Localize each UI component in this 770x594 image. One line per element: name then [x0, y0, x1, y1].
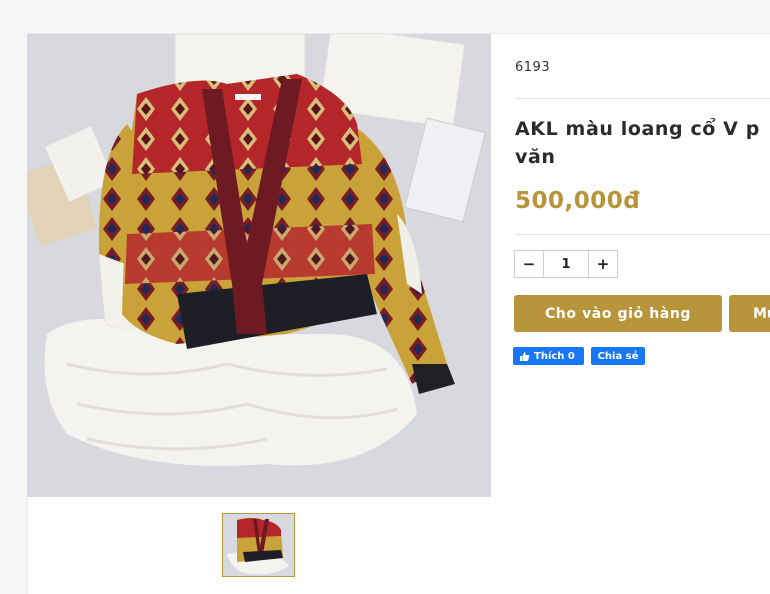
product-photo-icon	[27, 34, 491, 497]
quantity-increase-button[interactable]: +	[589, 251, 617, 277]
add-to-cart-button[interactable]: Cho vào giỏ hàng	[514, 295, 722, 332]
divider	[515, 98, 770, 99]
thumbs-up-icon	[519, 351, 530, 362]
quantity-input[interactable]: 1	[543, 251, 589, 277]
facebook-share-button[interactable]: Chia sẻ	[591, 347, 645, 365]
buy-now-button[interactable]: Mu	[729, 295, 770, 332]
product-title-line-1: AKL màu loang cổ V p	[515, 118, 760, 140]
quantity-stepper: − 1 +	[514, 250, 618, 278]
facebook-like-label: Thích 0	[534, 350, 575, 362]
product-thumbnail-icon	[223, 514, 294, 576]
divider	[515, 234, 770, 235]
product-sku: 6193	[515, 60, 551, 75]
product-title: AKL màu loang cổ V p văn	[515, 115, 770, 171]
product-price: 500,000đ	[515, 188, 641, 214]
product-thumbnail[interactable]	[222, 513, 295, 577]
product-title-line-2: văn	[515, 146, 556, 168]
product-main-image[interactable]	[27, 34, 491, 497]
quantity-decrease-button[interactable]: −	[515, 251, 543, 277]
facebook-like-button[interactable]: Thích 0	[513, 347, 584, 365]
